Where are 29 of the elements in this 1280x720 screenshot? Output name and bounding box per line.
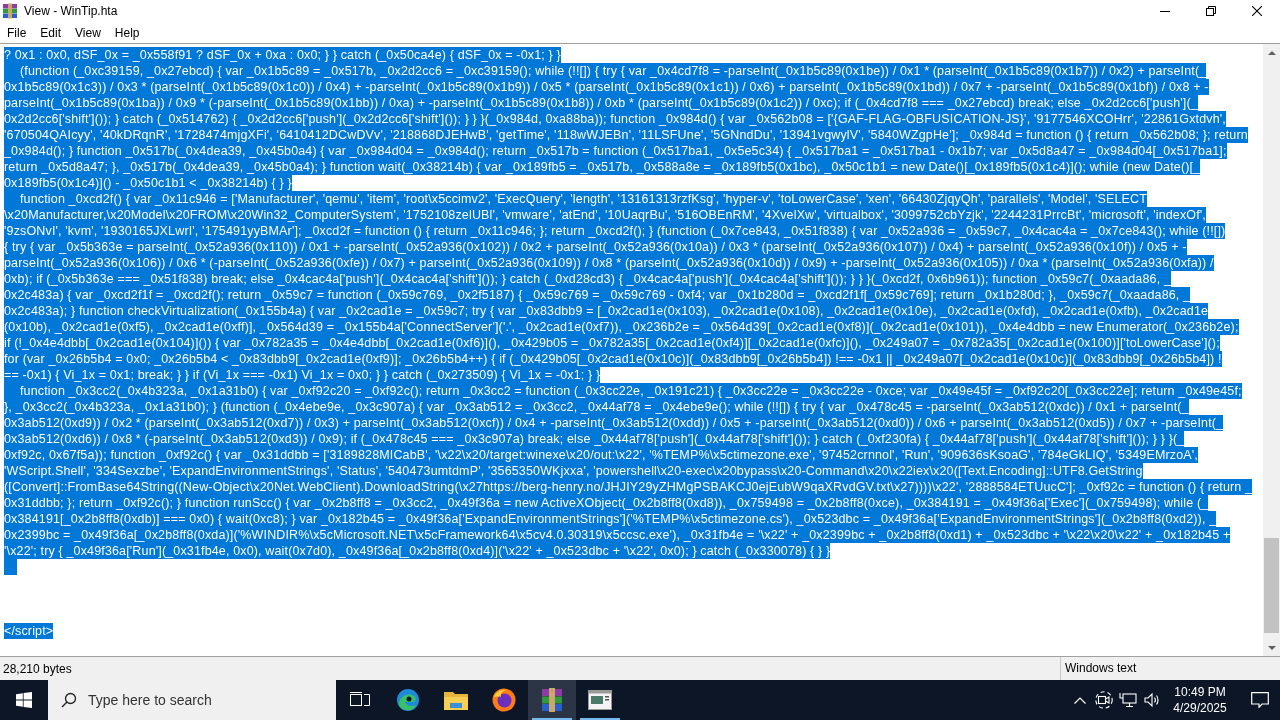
speaker-icon bbox=[1144, 692, 1160, 708]
menu-item[interactable]: File bbox=[0, 23, 34, 42]
window-icon bbox=[588, 690, 612, 710]
scrollbar-thumb[interactable] bbox=[1264, 538, 1279, 633]
window-title: View - WinTip.hta bbox=[24, 4, 118, 18]
network-icon bbox=[1119, 692, 1137, 708]
close-icon bbox=[1252, 6, 1262, 16]
book-stack-icon bbox=[2, 3, 18, 19]
menu-item[interactable]: Edit bbox=[33, 23, 69, 42]
up-arrow-icon bbox=[1267, 50, 1276, 55]
minimize-icon bbox=[1160, 10, 1170, 12]
restore-icon bbox=[1206, 6, 1216, 16]
video-camera-icon bbox=[1095, 691, 1113, 709]
windows-logo-icon bbox=[16, 692, 32, 708]
down-arrow-icon bbox=[1267, 645, 1276, 650]
flame-globe-icon bbox=[492, 688, 516, 712]
book-stack-icon bbox=[540, 688, 564, 712]
vertical-scrollbar[interactable] bbox=[1263, 44, 1280, 656]
search-field[interactable]: Type here to search bbox=[48, 680, 336, 720]
taskbar-app-button[interactable] bbox=[528, 680, 576, 720]
task-view-icon bbox=[350, 692, 370, 708]
menu-item[interactable]: Help bbox=[107, 23, 147, 42]
file-size-text: 28,210 bytes bbox=[2, 661, 73, 676]
chevron-up-icon bbox=[1074, 696, 1086, 704]
folder-icon bbox=[444, 690, 468, 710]
speech-bubble-icon bbox=[1251, 692, 1269, 708]
clock[interactable]: 10:49 PM 4/29/2025 bbox=[1164, 680, 1236, 720]
menu-item[interactable]: View bbox=[68, 23, 108, 42]
swirl-circle-icon bbox=[396, 688, 420, 712]
